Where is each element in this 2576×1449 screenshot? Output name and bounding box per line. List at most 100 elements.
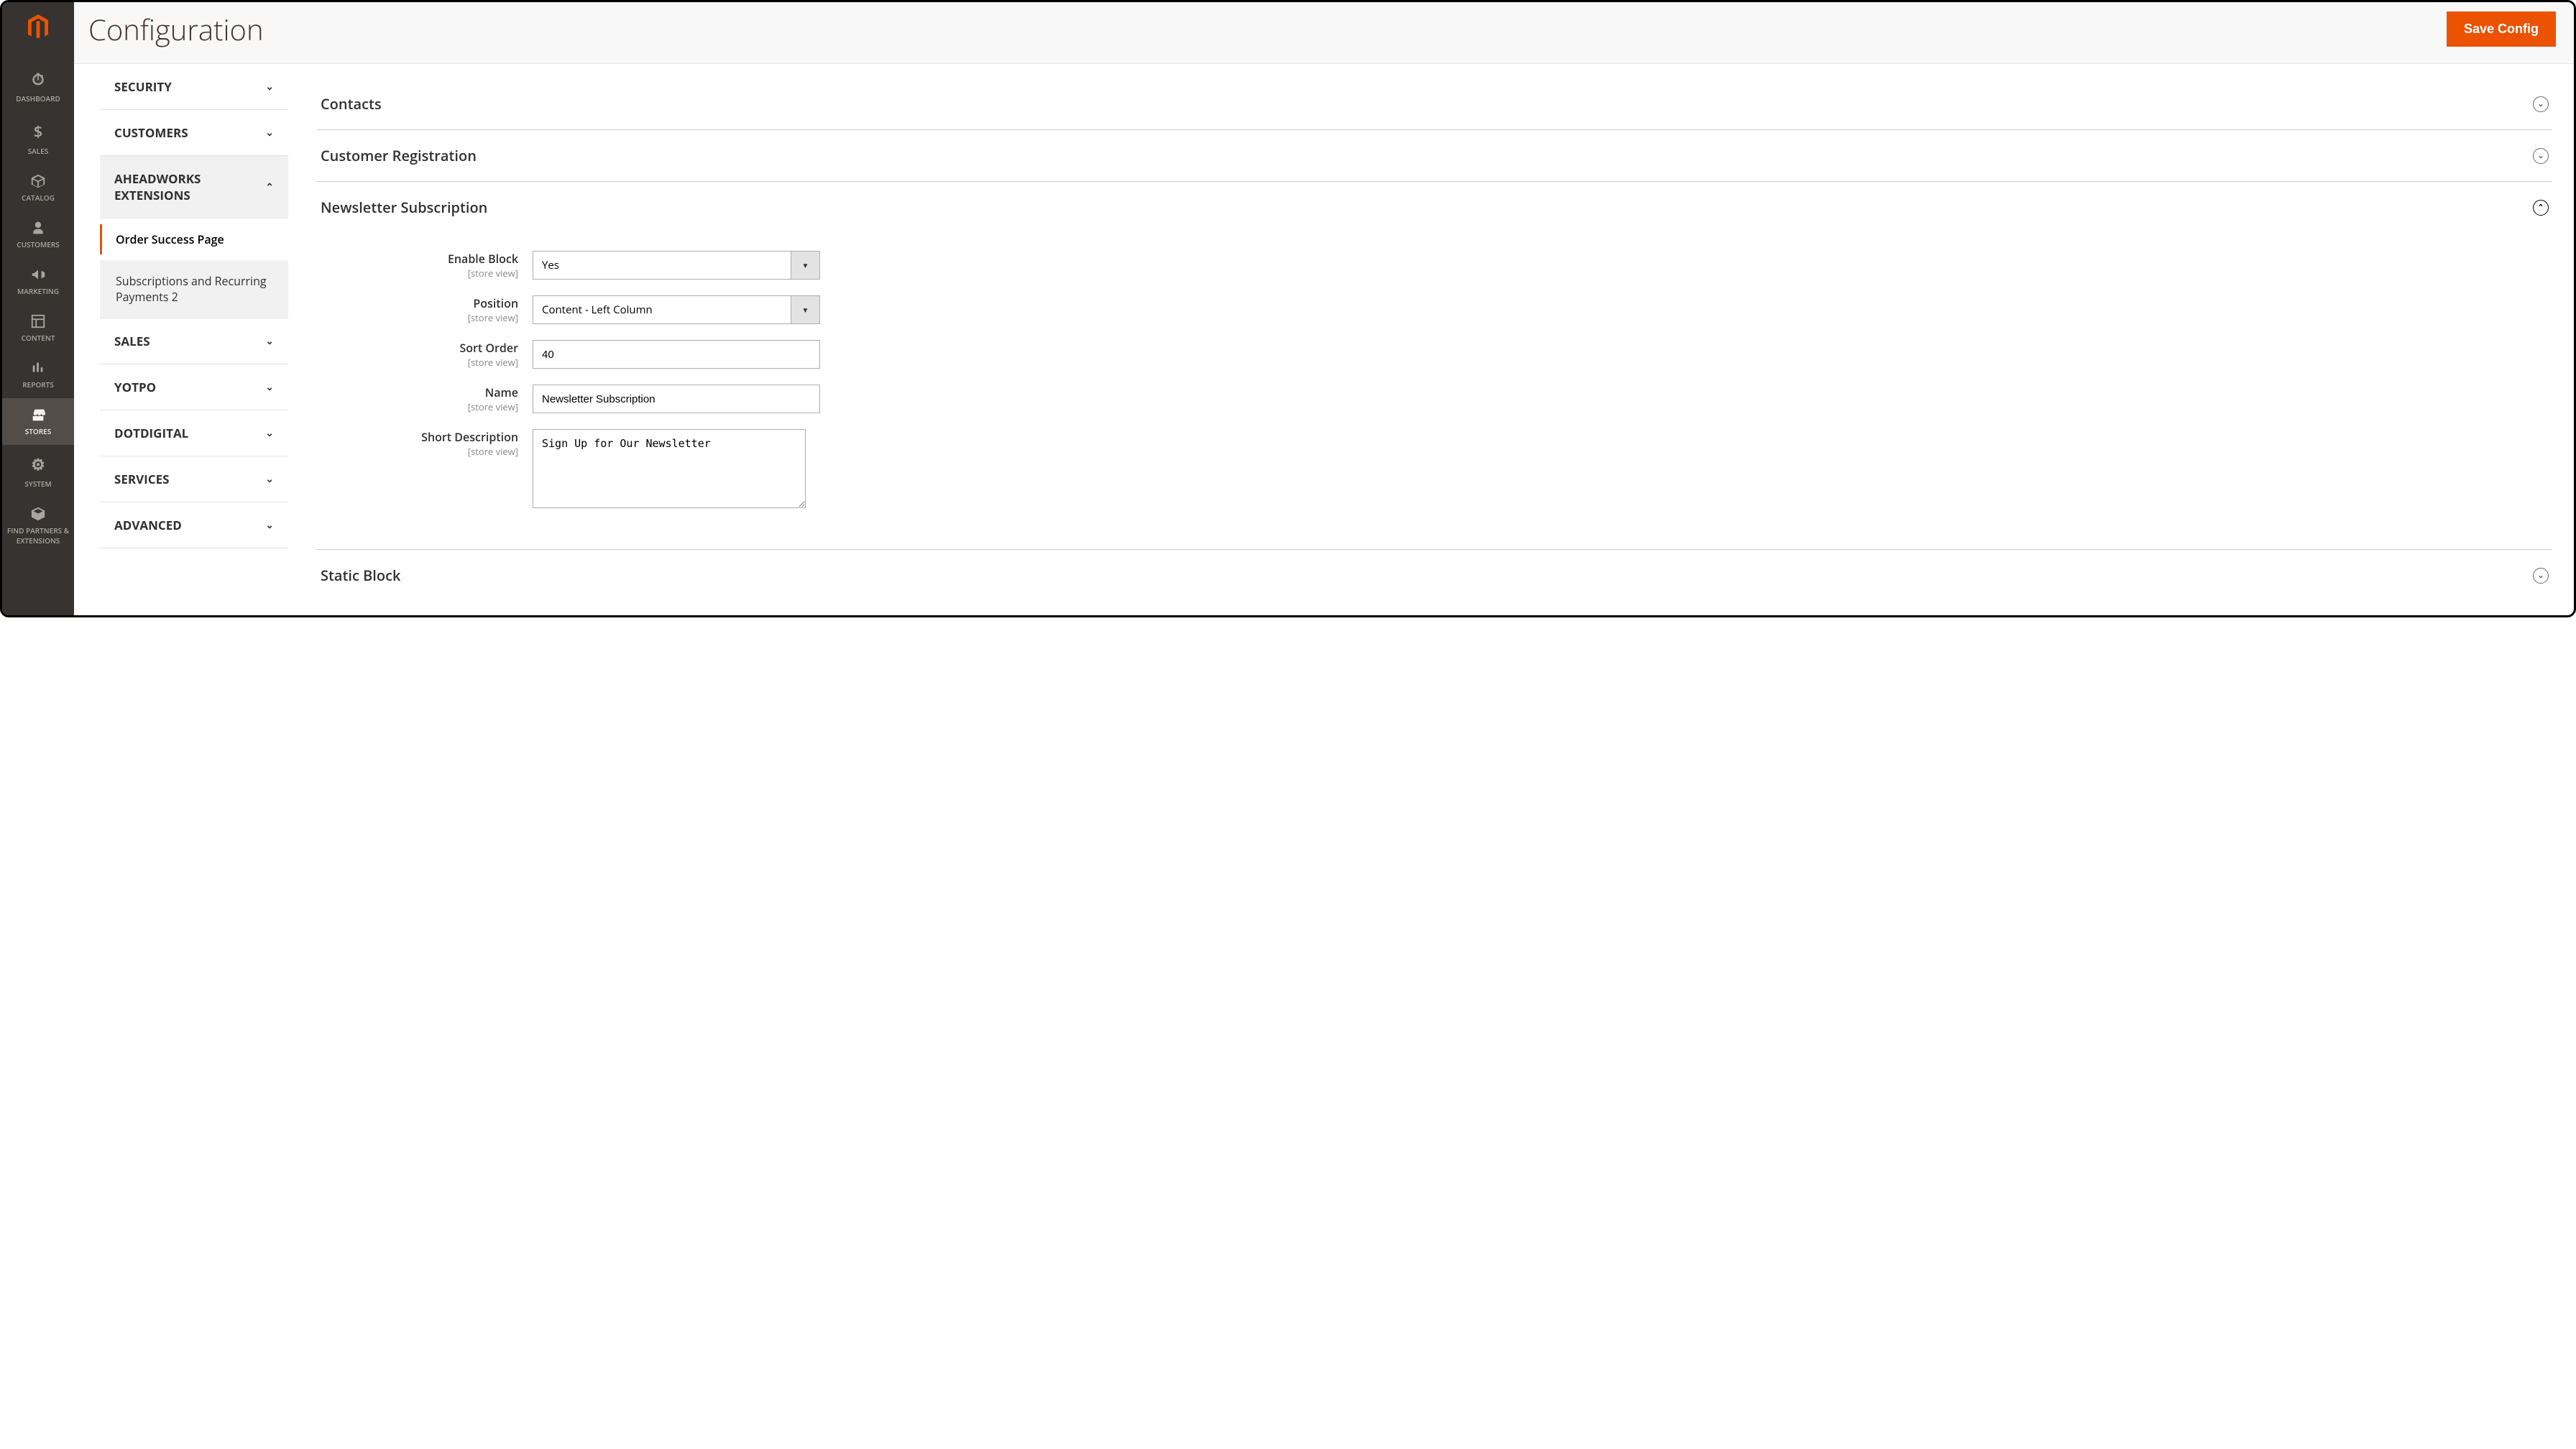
config-form-area: Contacts ⌄ Customer Registration ⌄ Newsl… bbox=[288, 64, 2574, 615]
expand-icon: ⌃ bbox=[2533, 200, 2549, 216]
nav-label: STORES bbox=[25, 426, 51, 436]
group-title: Newsletter Subscription bbox=[321, 198, 487, 217]
short-description-textarea[interactable] bbox=[533, 429, 806, 508]
nav-reports[interactable]: REPORTS bbox=[2, 351, 74, 398]
group-customer-registration-toggle[interactable]: Customer Registration ⌄ bbox=[317, 130, 2552, 181]
config-tabs-sidebar: SECURITY ⌄ CUSTOMERS ⌄ AHEADWORKS EXTENS… bbox=[74, 64, 288, 615]
nav-catalog[interactable]: CATALOG bbox=[2, 165, 74, 211]
field-name: Name [store view] bbox=[317, 385, 2552, 413]
sidebar-section-label: DOTDIGITAL bbox=[114, 425, 188, 441]
field-label: Sort Order bbox=[459, 340, 518, 356]
select-value: Content - Left Column bbox=[533, 295, 791, 324]
sidebar-item-order-success-page[interactable]: Order Success Page bbox=[100, 218, 288, 260]
chevron-down-icon: ⌄ bbox=[265, 334, 274, 348]
puzzle-icon bbox=[30, 506, 46, 522]
chevron-down-icon: ⌄ bbox=[265, 380, 274, 394]
field-scope: [store view] bbox=[317, 267, 518, 280]
sidebar-item-subscriptions[interactable]: Subscriptions and Recurring Payments 2 bbox=[100, 260, 288, 318]
nav-label: CATALOG bbox=[22, 193, 55, 203]
dashboard-icon: ⏱ bbox=[32, 68, 44, 90]
nav-label: FIND PARTNERS & EXTENSIONS bbox=[5, 525, 71, 546]
enable-block-select[interactable]: Yes ▼ bbox=[533, 251, 820, 280]
nav-customers[interactable]: CUSTOMERS bbox=[2, 211, 74, 258]
field-scope: [store view] bbox=[317, 356, 518, 369]
nav-label: SYSTEM bbox=[24, 479, 51, 489]
chevron-down-icon: ⌄ bbox=[265, 518, 274, 532]
gear-icon: ⚙ bbox=[31, 454, 45, 475]
field-position: Position [store view] Content - Left Col… bbox=[317, 295, 2552, 324]
magento-logo-icon[interactable] bbox=[24, 13, 52, 42]
select-value: Yes bbox=[533, 251, 791, 280]
field-label: Short Description bbox=[421, 429, 518, 445]
field-label: Name bbox=[485, 385, 518, 400]
caret-down-icon: ▼ bbox=[791, 295, 820, 324]
sidebar-section-label: AHEADWORKS EXTENSIONS bbox=[114, 170, 265, 203]
dollar-icon: $ bbox=[34, 121, 43, 142]
group-newsletter-toggle[interactable]: Newsletter Subscription ⌃ bbox=[317, 182, 2552, 233]
nav-dashboard[interactable]: ⏱ DASHBOARD bbox=[2, 60, 74, 112]
group-contacts-toggle[interactable]: Contacts ⌄ bbox=[317, 78, 2552, 129]
group-title: Customer Registration bbox=[321, 146, 477, 165]
sidebar-section-label: CUSTOMERS bbox=[114, 124, 188, 141]
sidebar-section-label: SECURITY bbox=[114, 78, 172, 95]
nav-stores[interactable]: STORES bbox=[2, 398, 74, 445]
sidebar-section-yotpo[interactable]: YOTPO ⌄ bbox=[100, 364, 288, 410]
sidebar-section-security[interactable]: SECURITY ⌄ bbox=[100, 64, 288, 110]
field-short-description: Short Description [store view] bbox=[317, 429, 2552, 512]
field-scope: [store view] bbox=[317, 400, 518, 413]
group-newsletter: Newsletter Subscription ⌃ Enable Block [… bbox=[317, 182, 2552, 550]
page-title: Configuration bbox=[88, 9, 264, 49]
field-label: Enable Block bbox=[448, 251, 518, 267]
field-label: Position bbox=[473, 295, 518, 311]
name-input[interactable] bbox=[533, 385, 820, 413]
sidebar-section-customers[interactable]: CUSTOMERS ⌄ bbox=[100, 110, 288, 156]
nav-label: CONTENT bbox=[22, 333, 55, 343]
sidebar-section-services[interactable]: SERVICES ⌄ bbox=[100, 456, 288, 502]
field-sort-order: Sort Order [store view] bbox=[317, 340, 2552, 369]
nav-label: REPORTS bbox=[22, 380, 54, 390]
chevron-down-icon: ⌄ bbox=[265, 126, 274, 139]
nav-label: SALES bbox=[28, 146, 49, 156]
sidebar-section-aheadworks: AHEADWORKS EXTENSIONS ⌃ Order Success Pa… bbox=[100, 156, 288, 318]
sidebar-section-label: SERVICES bbox=[114, 471, 170, 487]
caret-down-icon: ▼ bbox=[791, 251, 820, 280]
layout-icon bbox=[30, 313, 46, 329]
person-icon bbox=[31, 220, 45, 236]
nav-label: DASHBOARD bbox=[16, 93, 60, 104]
sidebar-section-dotdigital[interactable]: DOTDIGITAL ⌄ bbox=[100, 410, 288, 456]
field-scope: [store view] bbox=[317, 311, 518, 324]
field-scope: [store view] bbox=[317, 445, 518, 458]
group-static-block-toggle[interactable]: Static Block ⌄ bbox=[317, 550, 2552, 601]
chevron-down-icon: ⌄ bbox=[265, 472, 274, 486]
chevron-down-icon: ⌄ bbox=[265, 80, 274, 93]
group-contacts: Contacts ⌄ bbox=[317, 78, 2552, 130]
sidebar-section-toggle[interactable]: AHEADWORKS EXTENSIONS ⌃ bbox=[100, 156, 288, 218]
collapse-icon: ⌄ bbox=[2533, 96, 2549, 112]
page-header: Configuration Save Config bbox=[74, 2, 2574, 64]
chevron-down-icon: ⌄ bbox=[265, 426, 274, 440]
group-static-block: Static Block ⌄ bbox=[317, 550, 2552, 601]
box-icon bbox=[30, 173, 46, 189]
save-config-button[interactable]: Save Config bbox=[2447, 12, 2556, 47]
sort-order-input[interactable] bbox=[533, 340, 820, 369]
nav-partners[interactable]: FIND PARTNERS & EXTENSIONS bbox=[2, 497, 74, 554]
nav-marketing[interactable]: MARKETING bbox=[2, 258, 74, 305]
field-enable-block: Enable Block [store view] Yes ▼ bbox=[317, 251, 2552, 280]
sidebar-section-sales[interactable]: SALES ⌄ bbox=[100, 318, 288, 364]
sidebar-section-advanced[interactable]: ADVANCED ⌄ bbox=[100, 502, 288, 548]
storefront-icon bbox=[30, 407, 46, 423]
sidebar-section-label: ADVANCED bbox=[114, 517, 182, 533]
group-title: Static Block bbox=[321, 566, 400, 585]
nav-label: MARKETING bbox=[17, 286, 59, 296]
nav-content[interactable]: CONTENT bbox=[2, 305, 74, 351]
chevron-up-icon: ⌃ bbox=[265, 180, 274, 194]
group-title: Contacts bbox=[321, 94, 382, 114]
nav-system[interactable]: ⚙ SYSTEM bbox=[2, 445, 74, 497]
sidebar-section-label: SALES bbox=[114, 333, 150, 349]
position-select[interactable]: Content - Left Column ▼ bbox=[533, 295, 820, 324]
bar-chart-icon bbox=[30, 360, 46, 376]
collapse-icon: ⌄ bbox=[2533, 148, 2549, 164]
nav-sales[interactable]: $ SALES bbox=[2, 112, 74, 165]
admin-nav-sidebar: ⏱ DASHBOARD $ SALES CATALOG CUSTOMERS MA… bbox=[2, 2, 74, 615]
megaphone-icon bbox=[30, 267, 46, 282]
